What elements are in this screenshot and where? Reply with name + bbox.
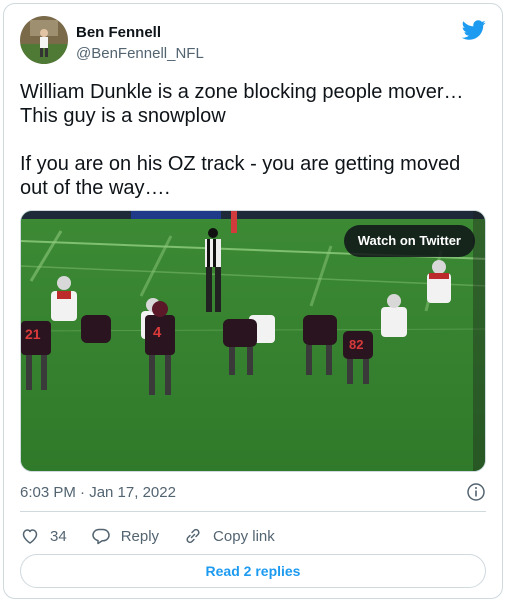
author-handle[interactable]: @BenFennell_NFL (76, 45, 204, 63)
like-count: 34 (50, 527, 67, 545)
like-button[interactable]: 34 (20, 526, 67, 546)
watch-on-twitter-button[interactable]: Watch on Twitter (343, 225, 475, 257)
divider (20, 511, 486, 512)
jersey-number: 21 (25, 326, 41, 342)
tweet-timestamp[interactable]: 6:03 PM · Jan 17, 2022 (20, 484, 176, 501)
author-avatar[interactable] (20, 16, 68, 64)
copy-link-label: Copy link (213, 527, 275, 545)
tweet-video[interactable]: 21 4 82 Watch on Twitter (20, 210, 486, 472)
reply-button[interactable]: Reply (91, 526, 159, 546)
jersey-number: 4 (153, 324, 162, 341)
tweet-card: Ben Fennell @BenFennell_NFL William Dunk… (3, 3, 503, 599)
info-icon[interactable] (466, 482, 486, 502)
jersey-number: 82 (349, 337, 363, 352)
copy-link-button[interactable]: Copy link (183, 526, 275, 546)
tweet-actions: 34 Reply Copy link (20, 524, 299, 548)
author-name[interactable]: Ben Fennell (76, 24, 161, 42)
read-replies-button[interactable]: Read 2 replies (20, 554, 486, 588)
heart-icon (22, 529, 38, 544)
tweet-text: William Dunkle is a zone blocking people… (20, 81, 464, 199)
reply-icon (91, 528, 110, 545)
reply-label: Reply (120, 527, 160, 545)
twitter-logo-icon[interactable] (462, 18, 486, 42)
link-icon (186, 528, 200, 544)
